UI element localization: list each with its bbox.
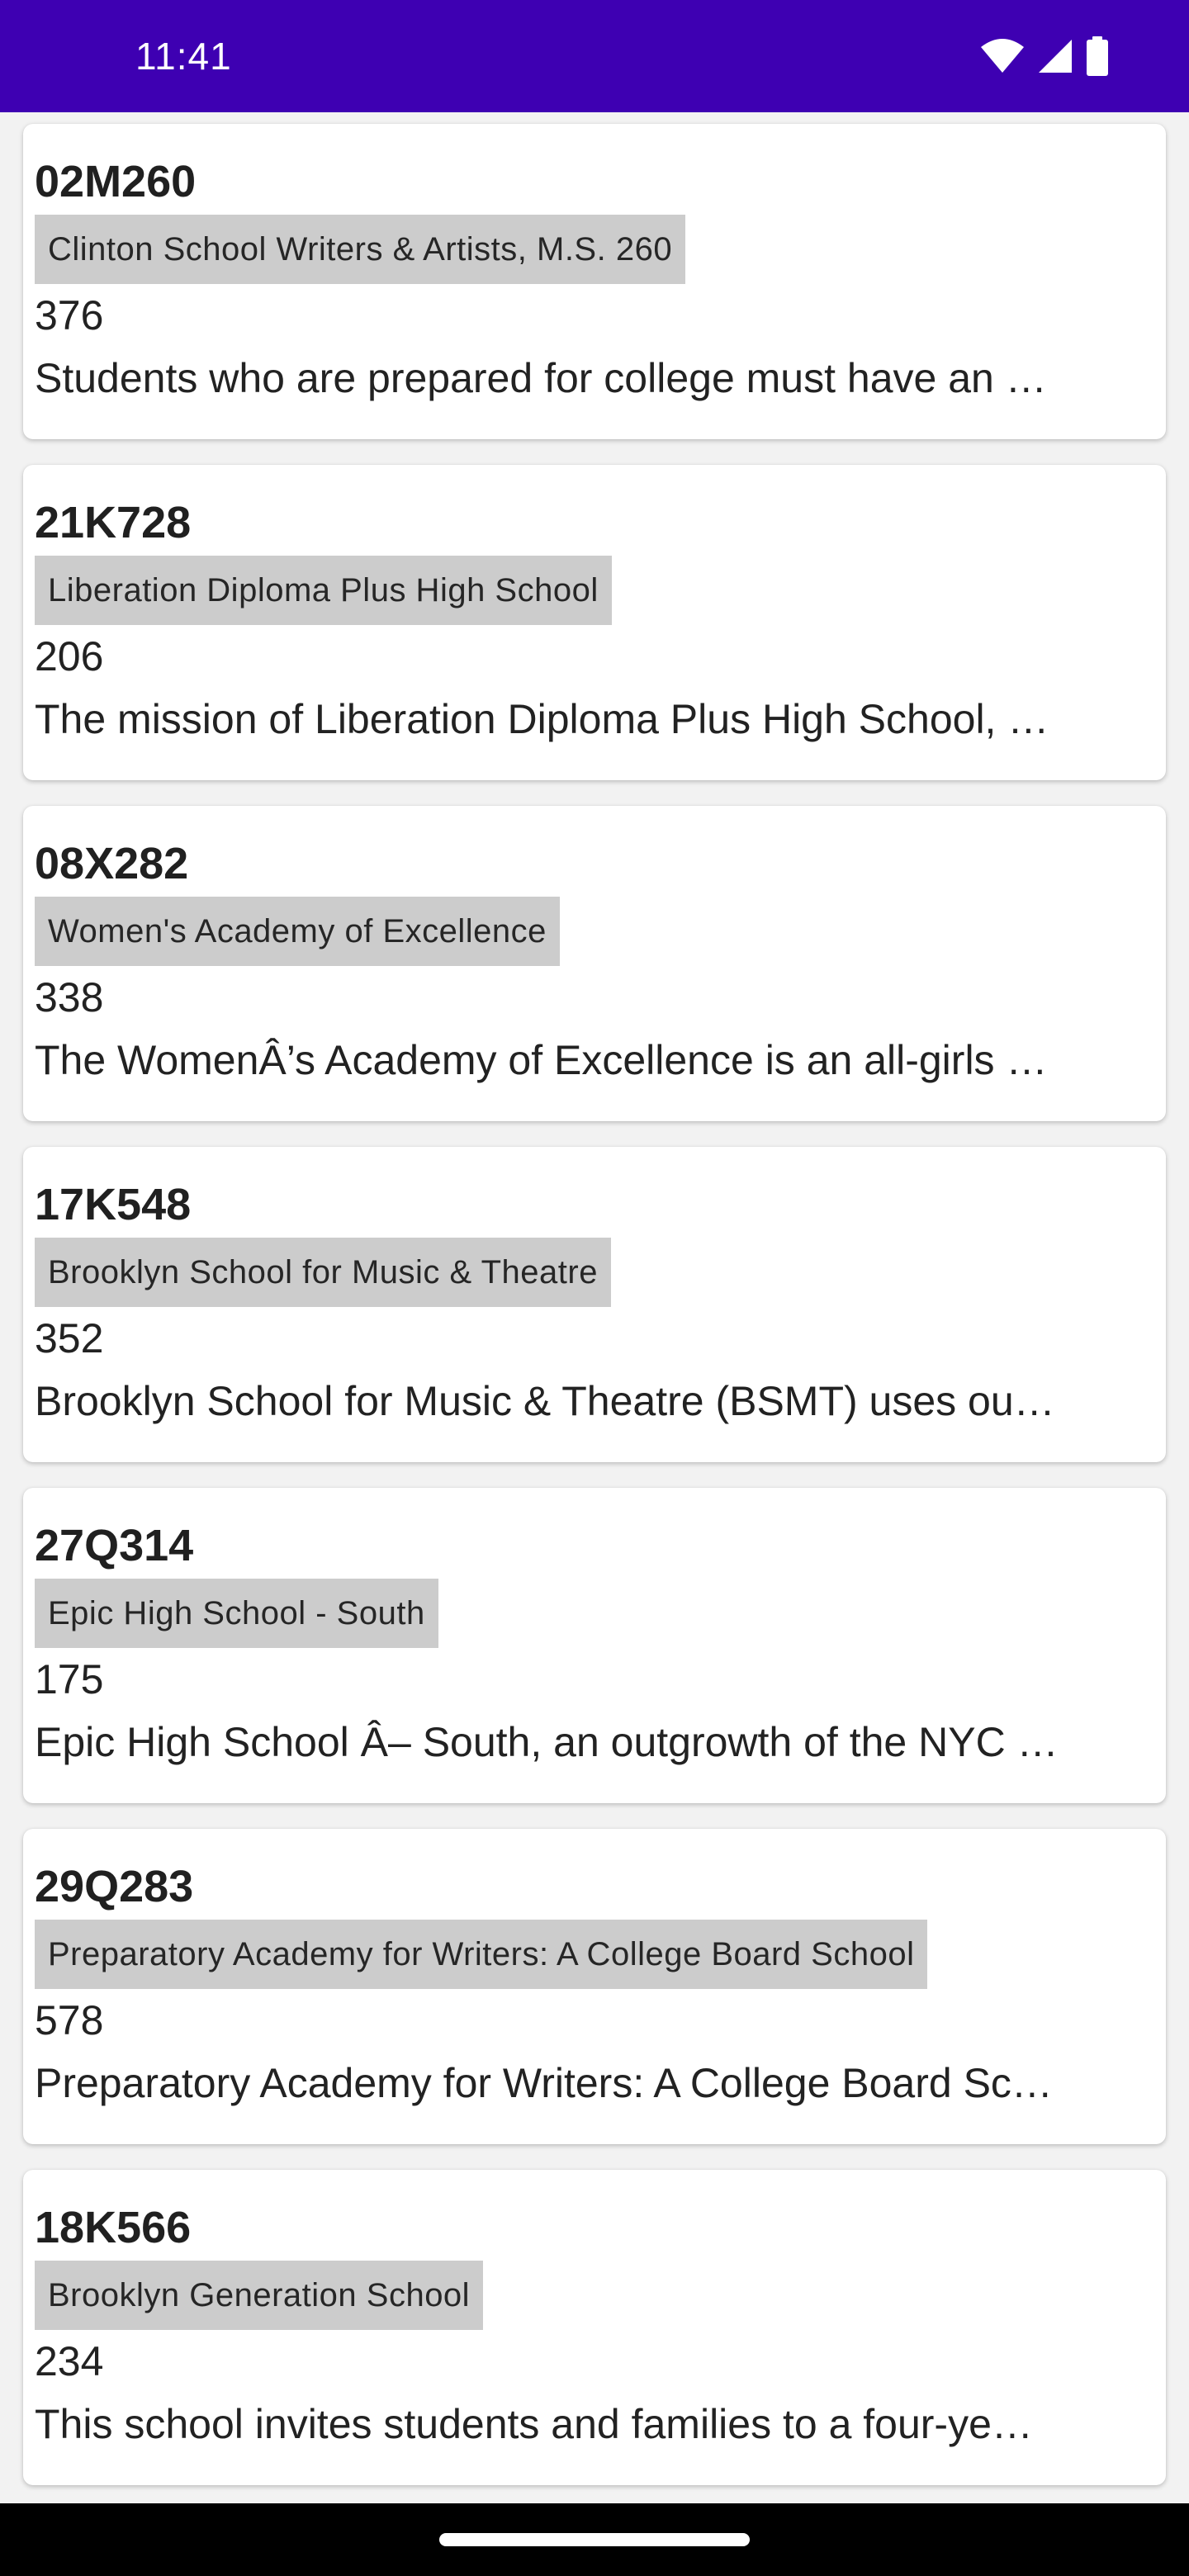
wifi-icon [979, 38, 1026, 74]
school-overview: Brooklyn School for Music & Theatre (BSM… [35, 1378, 1055, 1424]
school-name-tag: Women's Academy of Excellence [35, 897, 560, 966]
school-card[interactable]: 21K728 Liberation Diploma Plus High Scho… [23, 465, 1166, 780]
school-card[interactable]: 02M260 Clinton School Writers & Artists,… [23, 124, 1166, 439]
school-name-tag: Epic High School - South [35, 1579, 438, 1648]
school-code: 29Q283 [35, 1862, 194, 1911]
school-student-count: 376 [35, 292, 104, 339]
school-list[interactable]: 02M260 Clinton School Writers & Artists,… [0, 112, 1189, 2503]
school-code: 02M260 [35, 157, 197, 206]
status-time: 11:41 [135, 35, 232, 78]
school-overview: The WomenÂ’s Academy of Excellence is an… [35, 1037, 1048, 1083]
navigation-bar [0, 2503, 1189, 2576]
school-name-tag: Liberation Diploma Plus High School [35, 556, 612, 625]
school-name-tag: Preparatory Academy for Writers: A Colle… [35, 1920, 928, 1989]
school-student-count: 352 [35, 1315, 104, 1361]
home-indicator[interactable] [439, 2533, 750, 2546]
school-name-tag: Brooklyn Generation School [35, 2261, 484, 2330]
school-code: 21K728 [35, 498, 192, 547]
status-bar: 11:41 [0, 0, 1189, 112]
status-icons [979, 36, 1110, 76]
school-card[interactable]: 18K566 Brooklyn Generation School 234 Th… [23, 2170, 1166, 2485]
school-card[interactable]: 08X282 Women's Academy of Excellence 338… [23, 806, 1166, 1121]
school-code: 17K548 [35, 1180, 192, 1229]
school-student-count: 338 [35, 974, 104, 1020]
school-overview: The mission of Liberation Diploma Plus H… [35, 696, 1049, 742]
school-overview: Preparatory Academy for Writers: A Colle… [35, 2060, 1053, 2106]
school-name-tag: Brooklyn School for Music & Theatre [35, 1238, 611, 1307]
school-student-count: 175 [35, 1656, 104, 1702]
school-overview: This school invites students and familie… [35, 2401, 1033, 2447]
school-card[interactable]: 17K548 Brooklyn School for Music & Theat… [23, 1147, 1166, 1462]
school-student-count: 578 [35, 1997, 104, 2043]
school-code: 18K566 [35, 2203, 192, 2252]
battery-icon [1085, 36, 1110, 76]
school-student-count: 234 [35, 2338, 104, 2384]
cellular-signal-icon [1037, 38, 1073, 74]
school-overview: Epic High School Â– South, an outgrowth … [35, 1719, 1059, 1765]
school-card[interactable]: 29Q283 Preparatory Academy for Writers: … [23, 1829, 1166, 2144]
school-code: 08X282 [35, 839, 189, 888]
school-name-tag: Clinton School Writers & Artists, M.S. 2… [35, 215, 686, 284]
school-code: 27Q314 [35, 1521, 194, 1570]
school-student-count: 206 [35, 633, 104, 680]
school-card[interactable]: 27Q314 Epic High School - South 175 Epic… [23, 1488, 1166, 1803]
school-overview: Students who are prepared for college mu… [35, 355, 1047, 401]
